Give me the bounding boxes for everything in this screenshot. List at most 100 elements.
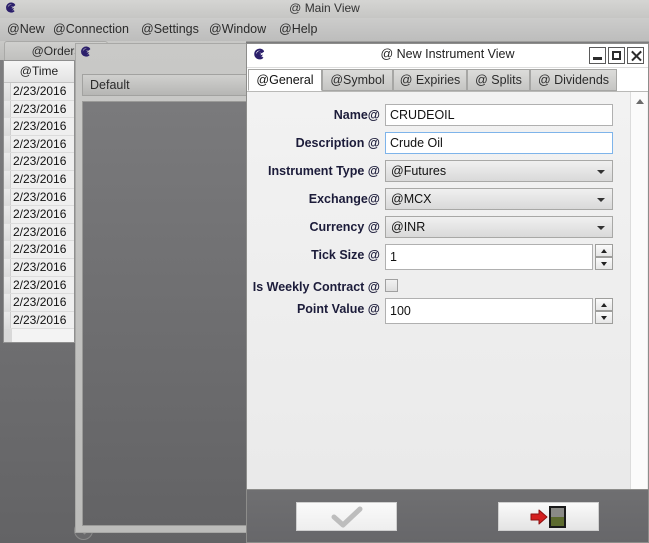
tab-splits[interactable]: @ Splits bbox=[467, 69, 530, 91]
minimize-icon bbox=[593, 57, 602, 60]
row-selector[interactable] bbox=[4, 135, 11, 153]
row-selector[interactable] bbox=[4, 170, 11, 188]
tab-general[interactable]: @General bbox=[248, 69, 322, 91]
point-value-input[interactable] bbox=[385, 298, 593, 324]
application-root: @ Main View @New @Connection @Settings @… bbox=[0, 0, 649, 543]
table-row[interactable]: 2/23/2016 bbox=[4, 118, 74, 136]
table-row[interactable]: 2/23/2016 bbox=[4, 188, 74, 207]
table-row[interactable]: 2/23/2016 bbox=[4, 83, 74, 101]
arrow-down-icon bbox=[601, 262, 607, 266]
name-field-wrapper bbox=[385, 104, 613, 126]
label-point-value: Point Value @ bbox=[296, 302, 380, 316]
dialog-body: Name@ Description @ Instrument Type @ bbox=[247, 91, 648, 535]
tab-expiries[interactable]: @ Expiries bbox=[393, 69, 467, 91]
cell-time: 2/23/2016 bbox=[13, 189, 67, 204]
table-row[interactable]: 2/23/2016 bbox=[4, 223, 74, 242]
chevron-down-icon bbox=[597, 170, 605, 174]
is-weekly-contract-wrapper bbox=[385, 279, 398, 292]
table-row[interactable]: 2/23/2016 bbox=[4, 170, 74, 189]
maximize-button[interactable] bbox=[608, 47, 625, 64]
menu-item-settings[interactable]: @Settings bbox=[138, 22, 202, 38]
table-row[interactable]: 2/23/2016 bbox=[4, 153, 74, 171]
row-selector[interactable] bbox=[4, 223, 11, 241]
label-currency: Currency @ bbox=[309, 220, 380, 234]
maximize-icon bbox=[612, 51, 621, 60]
name-input[interactable] bbox=[385, 104, 613, 126]
exchange-select[interactable]: @MCX bbox=[385, 188, 613, 210]
tick-size-input[interactable] bbox=[385, 244, 593, 270]
main-window-title: @ Main View bbox=[289, 1, 360, 15]
point-value-decrement-button[interactable] bbox=[595, 311, 613, 324]
tick-size-wrapper bbox=[385, 244, 613, 270]
exit-button[interactable] bbox=[498, 502, 599, 531]
cell-time: 2/23/2016 bbox=[13, 84, 67, 98]
label-tick-size: Tick Size @ bbox=[311, 248, 380, 262]
background-window-titlebar bbox=[78, 45, 248, 63]
tab-symbol[interactable]: @Symbol bbox=[322, 69, 393, 91]
cell-time: 2/23/2016 bbox=[13, 136, 67, 151]
orders-grid-rows: 2/23/2016 2/23/2016 2/23/2016 2/23/2016 2/23… bbox=[4, 83, 74, 330]
row-selector[interactable] bbox=[4, 100, 11, 118]
form-row-exchange: Exchange@ @MCX bbox=[247, 186, 616, 214]
arrow-up-icon bbox=[601, 249, 607, 253]
form-vertical-scrollbar[interactable] bbox=[630, 92, 647, 535]
tick-size-decrement-button[interactable] bbox=[595, 257, 613, 270]
menu-item-help[interactable]: @Help bbox=[276, 22, 320, 38]
row-selector[interactable] bbox=[4, 311, 11, 329]
orders-grid[interactable]: @Time 2/23/2016 2/23/2016 2/23/2016 2/23/20… bbox=[3, 60, 75, 343]
close-button[interactable] bbox=[627, 47, 644, 64]
currency-wrapper: @INR bbox=[385, 216, 613, 238]
arrow-down-icon bbox=[601, 316, 607, 320]
exchange-value: @MCX bbox=[391, 192, 432, 206]
row-selector[interactable] bbox=[4, 118, 11, 135]
currency-select[interactable]: @INR bbox=[385, 216, 613, 238]
row-selector[interactable] bbox=[4, 188, 11, 206]
table-row[interactable]: 2/23/2016 bbox=[4, 135, 74, 154]
main-window-titlebar: @ Main View bbox=[0, 0, 649, 19]
is-weekly-contract-checkbox[interactable] bbox=[385, 279, 398, 292]
description-input[interactable] bbox=[385, 132, 613, 154]
point-value-stepper bbox=[385, 298, 613, 324]
instrument-type-select[interactable]: @Futures bbox=[385, 160, 613, 182]
menu-item-window[interactable]: @Window bbox=[206, 22, 269, 38]
instrument-type-value: @Futures bbox=[391, 164, 447, 178]
background-window-tab-default[interactable]: Default bbox=[82, 74, 254, 96]
confirm-button[interactable] bbox=[296, 502, 397, 531]
table-row[interactable]: 2/23/2016 bbox=[4, 258, 74, 277]
label-description: Description @ bbox=[295, 136, 380, 150]
row-selector[interactable] bbox=[4, 153, 11, 170]
table-row[interactable]: 2/23/2016 bbox=[4, 276, 74, 295]
point-value-increment-button[interactable] bbox=[595, 298, 613, 311]
instrument-type-wrapper: @Futures bbox=[385, 160, 613, 182]
minimize-button[interactable] bbox=[589, 47, 606, 64]
row-selector[interactable] bbox=[4, 241, 11, 258]
menu-item-new[interactable]: @New bbox=[4, 22, 48, 38]
table-row[interactable]: 2/23/2016 bbox=[4, 241, 74, 259]
form-row-currency: Currency @ @INR bbox=[247, 214, 616, 242]
cell-time: 2/23/2016 bbox=[13, 171, 67, 186]
row-selector[interactable] bbox=[4, 83, 11, 100]
dialog-footer bbox=[247, 489, 648, 542]
table-row[interactable]: 2/23/2016 bbox=[4, 294, 74, 312]
cell-time: 2/23/2016 bbox=[13, 295, 67, 310]
menu-item-connection[interactable]: @Connection bbox=[50, 22, 132, 38]
column-header-time[interactable]: @Time bbox=[4, 61, 74, 82]
tick-size-increment-button[interactable] bbox=[595, 244, 613, 257]
label-instrument-type: Instrument Type @ bbox=[268, 164, 380, 178]
background-window[interactable]: Default bbox=[75, 43, 402, 533]
row-selector[interactable] bbox=[4, 294, 11, 311]
general-tab-form: Name@ Description @ Instrument Type @ bbox=[247, 92, 616, 535]
point-value-wrapper bbox=[385, 298, 613, 324]
tab-dividends[interactable]: @ Dividends bbox=[530, 69, 617, 91]
row-selector[interactable] bbox=[4, 276, 11, 294]
row-selector[interactable] bbox=[4, 206, 11, 223]
table-row[interactable]: 2/23/2016 bbox=[4, 311, 74, 330]
cell-time: 2/23/2016 bbox=[13, 242, 67, 257]
row-selector[interactable] bbox=[4, 258, 11, 276]
table-row[interactable]: 2/23/2016 bbox=[4, 100, 74, 119]
table-row[interactable]: 2/23/2016 bbox=[4, 206, 74, 224]
form-row-instrument-type: Instrument Type @ @Futures bbox=[247, 158, 616, 186]
scroll-up-button[interactable] bbox=[631, 93, 648, 110]
spiral-logo-icon bbox=[78, 46, 93, 63]
orders-grid-header: @Time bbox=[4, 61, 74, 83]
